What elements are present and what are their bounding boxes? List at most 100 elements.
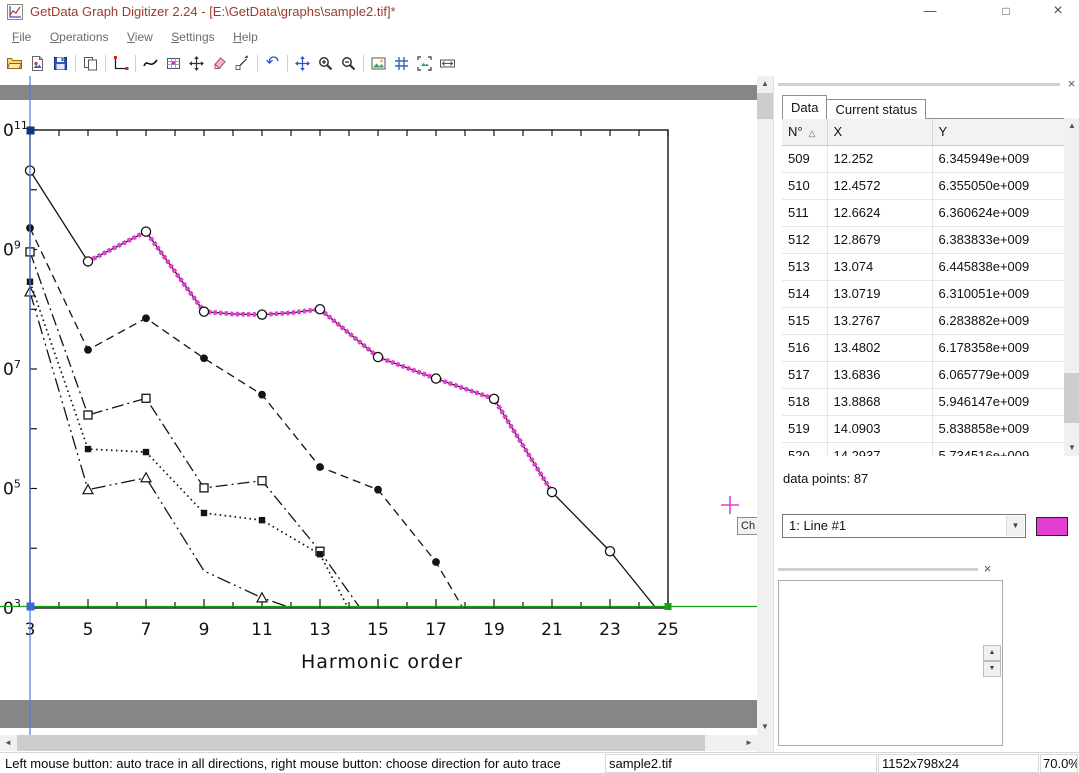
- svg-text:17: 17: [425, 620, 447, 640]
- minimize-button[interactable]: —: [914, 0, 946, 24]
- show-image-button[interactable]: [367, 52, 390, 74]
- table-row[interactable]: 51112.66246.360624e+009: [782, 199, 1064, 226]
- tab-current-status[interactable]: Current status: [827, 99, 926, 119]
- line-selector-combobox[interactable]: 1: Line #1 ▼: [782, 514, 1026, 538]
- table-row[interactable]: 51513.27676.283882e+009: [782, 307, 1064, 334]
- table-row[interactable]: 51914.09035.838858e+009: [782, 415, 1064, 442]
- data-table-wrap: N°△ X Y 50912.2526.345949e+009 51012.457…: [782, 118, 1064, 456]
- show-grid-button[interactable]: [390, 52, 413, 74]
- toolbar-separator: [75, 55, 76, 72]
- y-value-cell: 6.178358e+009: [932, 334, 1064, 361]
- stretch-image-button[interactable]: [436, 52, 459, 74]
- row-index-cell: 518: [782, 388, 827, 415]
- row-index-cell: 514: [782, 280, 827, 307]
- import-image-button[interactable]: [26, 52, 49, 74]
- menu-operations[interactable]: Operations: [43, 24, 116, 50]
- digitize-curve-button[interactable]: [139, 52, 162, 74]
- row-index-cell: 511: [782, 199, 827, 226]
- svg-text:13: 13: [309, 620, 331, 640]
- eraser-button[interactable]: [208, 52, 231, 74]
- undo-button[interactable]: ↶: [261, 52, 284, 74]
- scroll-up-icon[interactable]: ▲: [1064, 118, 1079, 134]
- move-image-button[interactable]: [185, 52, 208, 74]
- row-index-cell: 512: [782, 226, 827, 253]
- app-icon[interactable]: [7, 4, 23, 20]
- y-value-cell: 6.355050e+009: [932, 172, 1064, 199]
- chevron-down-icon[interactable]: ▼: [1006, 516, 1024, 536]
- menu-help[interactable]: Help: [226, 24, 265, 50]
- table-row[interactable]: 51212.86796.383833e+009: [782, 226, 1064, 253]
- canvas-vscroll-thumb[interactable]: [757, 93, 773, 119]
- x-value-cell: 12.252: [827, 145, 932, 172]
- scrollbar-corner: [757, 735, 773, 752]
- column-header-n[interactable]: N°△: [782, 119, 827, 145]
- window-title: GetData Graph Digitizer 2.24 - [E:\GetDa…: [30, 0, 396, 24]
- scroll-down-icon[interactable]: ▼: [1064, 440, 1079, 456]
- scroll-right-icon[interactable]: ►: [741, 735, 757, 751]
- svg-text:5: 5: [83, 620, 94, 640]
- table-row[interactable]: 52014.29375.734516e+009: [782, 442, 1064, 456]
- status-filename: sample2.tif: [605, 754, 877, 773]
- move-point-button[interactable]: [231, 52, 254, 74]
- zoom-in-button[interactable]: [314, 52, 337, 74]
- line-color-swatch[interactable]: [1036, 517, 1068, 536]
- close-button[interactable]: ×: [1042, 0, 1074, 24]
- svg-text:7: 7: [141, 620, 152, 640]
- menu-settings[interactable]: Settings: [164, 24, 221, 50]
- y-value-cell: 6.283882e+009: [932, 307, 1064, 334]
- zoom-preview-panel: ▲ ▼: [778, 580, 1003, 746]
- copy-button[interactable]: [79, 52, 102, 74]
- menu-view[interactable]: View: [120, 24, 160, 50]
- main-area: 3579111315171921232501109070503Harmonic …: [0, 76, 1079, 752]
- panel-splitter[interactable]: [778, 83, 1060, 86]
- tab-data[interactable]: Data: [782, 95, 827, 119]
- y-value-cell: 6.445838e+009: [932, 253, 1064, 280]
- scroll-down-icon[interactable]: ▼: [757, 719, 773, 735]
- canvas-hscroll-thumb[interactable]: [17, 735, 705, 751]
- column-header-y[interactable]: Y: [932, 119, 1064, 145]
- table-row[interactable]: 51413.07196.310051e+009: [782, 280, 1064, 307]
- x-value-cell: 13.0719: [827, 280, 932, 307]
- table-row[interactable]: 51613.48026.178358e+009: [782, 334, 1064, 361]
- axes-points-icon: [112, 55, 129, 72]
- toolbar-separator: [287, 55, 288, 72]
- table-row[interactable]: 51313.0746.445838e+009: [782, 253, 1064, 280]
- zoom-in-icon: [317, 55, 334, 72]
- open-button[interactable]: [3, 52, 26, 74]
- canvas-vertical-scrollbar[interactable]: ▲ ▼: [757, 76, 773, 735]
- maximize-button[interactable]: □: [990, 0, 1022, 24]
- table-row[interactable]: 51713.68366.065779e+009: [782, 361, 1064, 388]
- table-vscroll-thumb[interactable]: [1064, 373, 1079, 423]
- scroll-down-icon[interactable]: ▼: [983, 661, 1001, 677]
- menu-file[interactable]: File: [5, 24, 38, 50]
- scroll-up-icon[interactable]: ▲: [757, 76, 773, 92]
- x-value-cell: 13.4802: [827, 334, 932, 361]
- digitize-area-button[interactable]: [162, 52, 185, 74]
- pan-button[interactable]: [291, 52, 314, 74]
- y-value-cell: 6.383833e+009: [932, 226, 1064, 253]
- image-file-icon: [29, 55, 46, 72]
- table-row[interactable]: 51012.45726.355050e+009: [782, 172, 1064, 199]
- status-hint: Left mouse button: auto trace in all dir…: [1, 754, 603, 773]
- scroll-left-icon[interactable]: ◄: [0, 735, 16, 751]
- column-header-x[interactable]: X: [827, 119, 932, 145]
- scroll-up-icon[interactable]: ▲: [983, 645, 1001, 661]
- canvas-horizontal-scrollbar[interactable]: ◄ ►: [0, 735, 757, 751]
- toolbar-separator: [363, 55, 364, 72]
- panel-splitter[interactable]: [778, 568, 978, 571]
- svg-text:21: 21: [541, 620, 563, 640]
- set-axes-button[interactable]: [109, 52, 132, 74]
- y-value-cell: 6.310051e+009: [932, 280, 1064, 307]
- zoom-panel-close-button[interactable]: ×: [980, 562, 995, 577]
- panel-close-button[interactable]: ×: [1064, 77, 1079, 92]
- table-row[interactable]: 50912.2526.345949e+009: [782, 145, 1064, 172]
- digitizer-canvas[interactable]: 3579111315171921232501109070503Harmonic …: [0, 76, 757, 735]
- table-vertical-scrollbar[interactable]: ▲ ▼: [1064, 118, 1079, 456]
- fit-to-window-button[interactable]: [413, 52, 436, 74]
- x-value-cell: 12.4572: [827, 172, 932, 199]
- save-button[interactable]: [49, 52, 72, 74]
- table-row[interactable]: 51813.88685.946147e+009: [782, 388, 1064, 415]
- y-value-cell: 6.345949e+009: [932, 145, 1064, 172]
- zoom-out-button[interactable]: [337, 52, 360, 74]
- undo-arrow-icon: ↶: [266, 55, 279, 71]
